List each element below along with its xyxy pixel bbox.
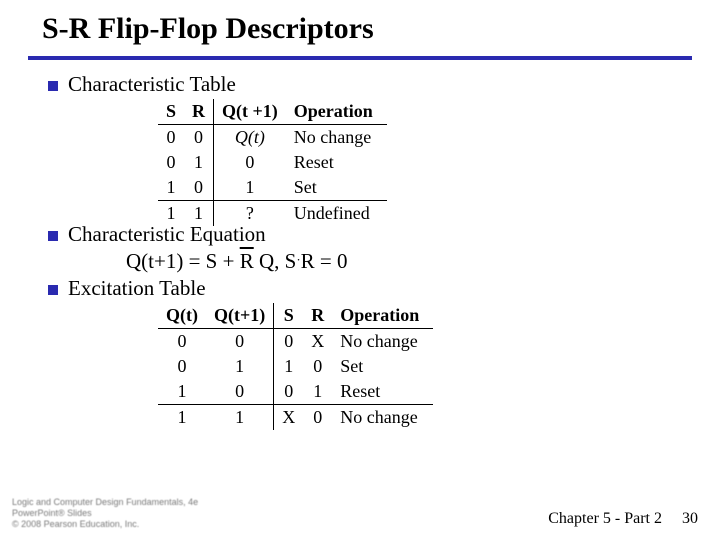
bullet-icon — [48, 231, 58, 241]
characteristic-table: S R Q(t +1) Operation 0 0 Q(t) No change… — [158, 99, 387, 226]
section-characteristic-equation: Characteristic Equation — [48, 222, 692, 247]
col-qt1: Q(t+1) — [206, 303, 274, 329]
table-row: 0 1 0 Reset — [158, 150, 387, 175]
footer: Chapter 5 - Part 2 30 — [548, 510, 698, 528]
section-excitation-table: Excitation Table — [48, 276, 692, 301]
slide-content: Characteristic Table S R Q(t +1) Operati… — [0, 66, 720, 430]
characteristic-equation: Q(t+1) = S + R Q, S·R = 0 — [126, 249, 692, 274]
section-label: Characteristic Equation — [68, 222, 266, 247]
section-label: Characteristic Table — [68, 72, 236, 97]
slide: S-R Flip-Flop Descriptors Characteristic… — [0, 0, 720, 540]
table-row: 1 0 1 Set — [158, 175, 387, 201]
slide-title: S-R Flip-Flop Descriptors — [0, 0, 720, 52]
col-s: S — [274, 303, 304, 329]
chapter-label: Chapter 5 - Part 2 — [548, 510, 662, 527]
table-row: 1 0 0 1 Reset — [158, 379, 433, 405]
attribution-text: Logic and Computer Design Fundamentals, … — [12, 497, 198, 530]
bullet-icon — [48, 81, 58, 91]
title-rule — [28, 56, 692, 60]
table-row: 0 0 0 X No change — [158, 329, 433, 355]
col-op: Operation — [332, 303, 433, 329]
page-number: 30 — [682, 510, 698, 527]
section-label: Excitation Table — [68, 276, 206, 301]
col-r: R — [303, 303, 332, 329]
section-characteristic-table: Characteristic Table — [48, 72, 692, 97]
excitation-table: Q(t) Q(t+1) S R Operation 0 0 0 X No cha… — [158, 303, 433, 430]
bullet-icon — [48, 285, 58, 295]
col-qt: Q(t) — [158, 303, 206, 329]
table-row: 0 0 Q(t) No change — [158, 125, 387, 151]
table-row: 0 1 1 0 Set — [158, 354, 433, 379]
table-row: 1 1 X 0 No change — [158, 405, 433, 431]
col-op: Operation — [286, 99, 387, 125]
col-s: S — [158, 99, 184, 125]
col-q: Q(t +1) — [214, 99, 286, 125]
col-r: R — [184, 99, 214, 125]
